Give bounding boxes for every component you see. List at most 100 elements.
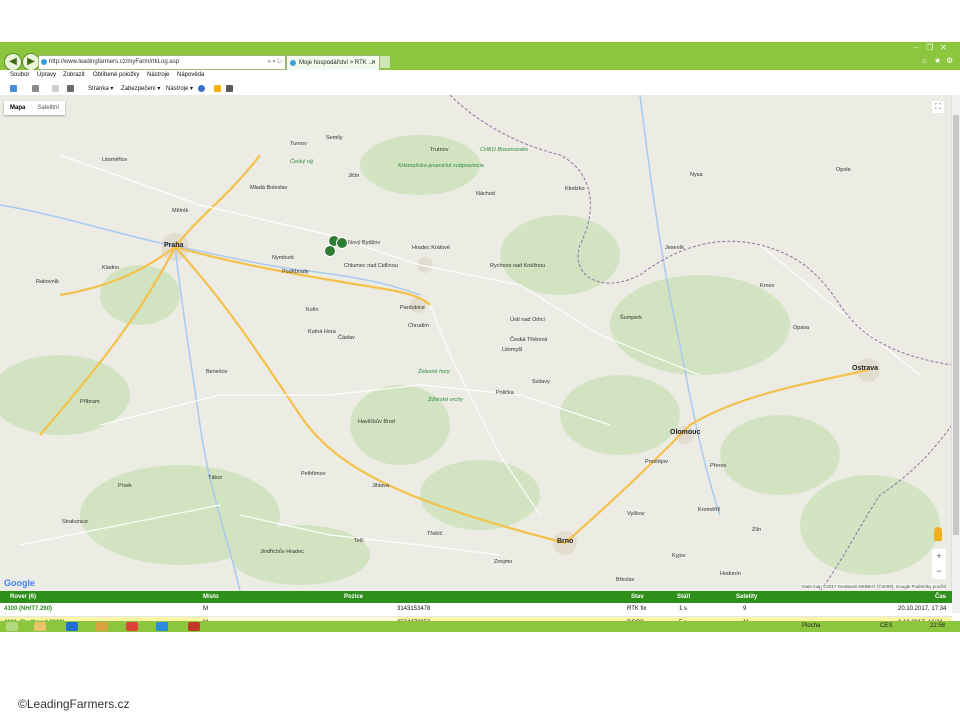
label-jesenik: Jeseník (665, 245, 684, 251)
label-benesov: Benešov (206, 369, 228, 375)
label-semily: Semily (326, 135, 343, 141)
help-icon[interactable] (198, 85, 205, 92)
command-bar: Stránka ▾ Zabezpečení ▾ Nástroje ▾ (0, 82, 960, 96)
label-chrudim: Chrudim (408, 323, 429, 329)
map-attribution[interactable]: Data map ©2017 GeoBasis-DE/BKG (©2009), … (802, 584, 946, 589)
close-tab-icon[interactable]: ✕ (371, 56, 376, 70)
col-stav[interactable]: Stav (631, 594, 644, 600)
label-pribram: Příbram (80, 399, 100, 405)
street-view-pegman-icon[interactable] (934, 527, 942, 541)
rover-marker-2[interactable] (336, 237, 348, 249)
label-litomerice: Litoměřice (102, 157, 128, 163)
close-window-icon[interactable]: ✕ (940, 43, 947, 52)
label-podebrady: Poděbrady (282, 269, 309, 275)
label-pelhrimov: Pelhřimov (301, 471, 326, 477)
cmd-stranka[interactable]: Stránka ▾ (88, 85, 113, 92)
cell-rover: 4100 (NH/T7.260) (4, 606, 53, 612)
map-type-satelitni[interactable]: Satelitní (31, 101, 65, 115)
menu-napoveda[interactable]: Nápověda (177, 72, 204, 78)
label-kolin: Kolín (306, 307, 319, 313)
research-icon[interactable] (214, 85, 221, 92)
label-breclav: Břeclav (616, 577, 635, 583)
label-jicin: Jičín (348, 173, 360, 179)
label-nysa: Nysa (690, 172, 703, 178)
chrome-icon[interactable] (126, 622, 138, 631)
new-tab-button[interactable] (380, 56, 390, 68)
rover-marker-3[interactable] (324, 245, 336, 257)
lang-label[interactable]: CES (880, 623, 892, 629)
redacted-location (208, 603, 398, 616)
ie-active-icon[interactable] (156, 622, 168, 631)
label-ceska: Česká Třebová (510, 337, 548, 343)
label-rakovnik: Rakovník (36, 279, 59, 285)
col-pozice[interactable]: Pozice (344, 594, 363, 600)
label-hradec: Hradec Králové (412, 245, 450, 251)
menu-upravy[interactable]: Úpravy (37, 72, 56, 78)
label-nymburk: Nymburk (272, 255, 295, 261)
zoom-control: + − (932, 549, 946, 579)
label-novy: Nový Bydžov (348, 240, 381, 246)
scrollbar-thumb[interactable] (953, 115, 959, 535)
cell-stari: 1 s (679, 606, 688, 612)
home-icon[interactable]: ⌂ (922, 56, 927, 65)
search-refresh-icon[interactable]: ⌕ ▾ ↻ (268, 56, 282, 69)
label-jindrichuv: Jindřichův Hradec (260, 549, 305, 555)
cell-misto: M (203, 606, 208, 612)
clock[interactable]: 22:58 (930, 623, 945, 629)
label-ceskyraj: Český ráj (290, 159, 313, 165)
favorites-icon[interactable]: ★ (934, 56, 941, 65)
menu-oblibene[interactable]: Oblíbené položky (93, 72, 139, 78)
table-row[interactable]: 4100 (NH/T7.260) M 3143153478 RTK fix 1 s 9 20… (0, 603, 952, 617)
label-kyjov: Kyjov (672, 553, 686, 559)
ie-icon[interactable] (66, 622, 78, 631)
label-melnik: Mělník (172, 208, 189, 214)
folder-icon[interactable] (96, 622, 108, 631)
zoom-in-button[interactable]: + (932, 549, 946, 564)
explorer-icon[interactable] (34, 622, 46, 631)
col-satelity[interactable]: Satelity (736, 594, 757, 600)
menu-zobrazit[interactable]: Zobrazit (63, 72, 85, 78)
cmd-nastroje[interactable]: Nástroje ▾ (166, 85, 193, 92)
minimize-icon[interactable]: – (914, 43, 918, 52)
restore-icon[interactable]: ❐ (926, 43, 933, 52)
address-url: http://www.leadingfarmers.cz/myFarm/rtkL… (49, 59, 180, 65)
page-scrollbar[interactable] (951, 95, 960, 613)
menu-nastroje[interactable]: Nástroje (147, 72, 169, 78)
cell-cas: 20.10.2017, 17:34 (898, 606, 947, 612)
label-opole: Opole (836, 167, 851, 173)
extra-tool-icon[interactable] (226, 85, 233, 92)
col-rover[interactable]: Rover (6) (10, 594, 36, 600)
back-icon[interactable]: ◀ (4, 53, 22, 71)
browser-tab[interactable]: Moje hospodářství > RTK ... ✕ (286, 55, 380, 70)
col-cas[interactable]: Čas (935, 594, 946, 600)
address-bar[interactable]: http://www.leadingfarmers.cz/myFarm/rtkL… (38, 55, 286, 70)
label-zlin: Zlín (752, 527, 762, 533)
zoom-out-button[interactable]: − (932, 564, 946, 579)
site-icon (41, 59, 47, 65)
cmd-zabezpeceni[interactable]: Zabezpečení ▾ (121, 85, 160, 92)
app-icon[interactable] (188, 622, 200, 631)
start-icon[interactable] (6, 622, 18, 631)
feeds-icon[interactable] (32, 85, 39, 92)
label-strakonice: Strakonice (62, 519, 88, 525)
label-pisek: Písek (118, 483, 132, 489)
label-havlickuv: Havlíčkův Brod (358, 419, 395, 425)
settings-gear-icon[interactable]: ⚙ (946, 56, 953, 65)
print-icon[interactable] (67, 85, 74, 92)
fullscreen-icon[interactable]: ⛶ (932, 101, 944, 113)
col-misto[interactable]: Místo (203, 594, 219, 600)
menu-soubor[interactable]: Soubor (10, 72, 29, 78)
mail-icon[interactable] (52, 85, 59, 92)
label-svitavy: Svitavy (532, 379, 550, 385)
map-type-mapa[interactable]: Mapa (4, 101, 31, 115)
google-map[interactable]: Mapa Satelitní ⛶ Praha Brno Ostrava Olomo… (0, 95, 952, 591)
table-header: Rover (6) Místo Pozice Stav Stáří Sateli… (0, 591, 952, 603)
label-tabor: Tábor (208, 475, 223, 481)
label-zdarske: Žďárské vrchy (428, 397, 463, 403)
home-cmd-icon[interactable] (10, 85, 17, 92)
label-pardubice: Pardubice (400, 305, 425, 311)
col-stari[interactable]: Stáří (677, 594, 690, 600)
google-logo: Google (4, 578, 35, 588)
label-kromeriz: Kroměříž (698, 507, 721, 513)
desktop-label[interactable]: Plocha (802, 623, 820, 629)
